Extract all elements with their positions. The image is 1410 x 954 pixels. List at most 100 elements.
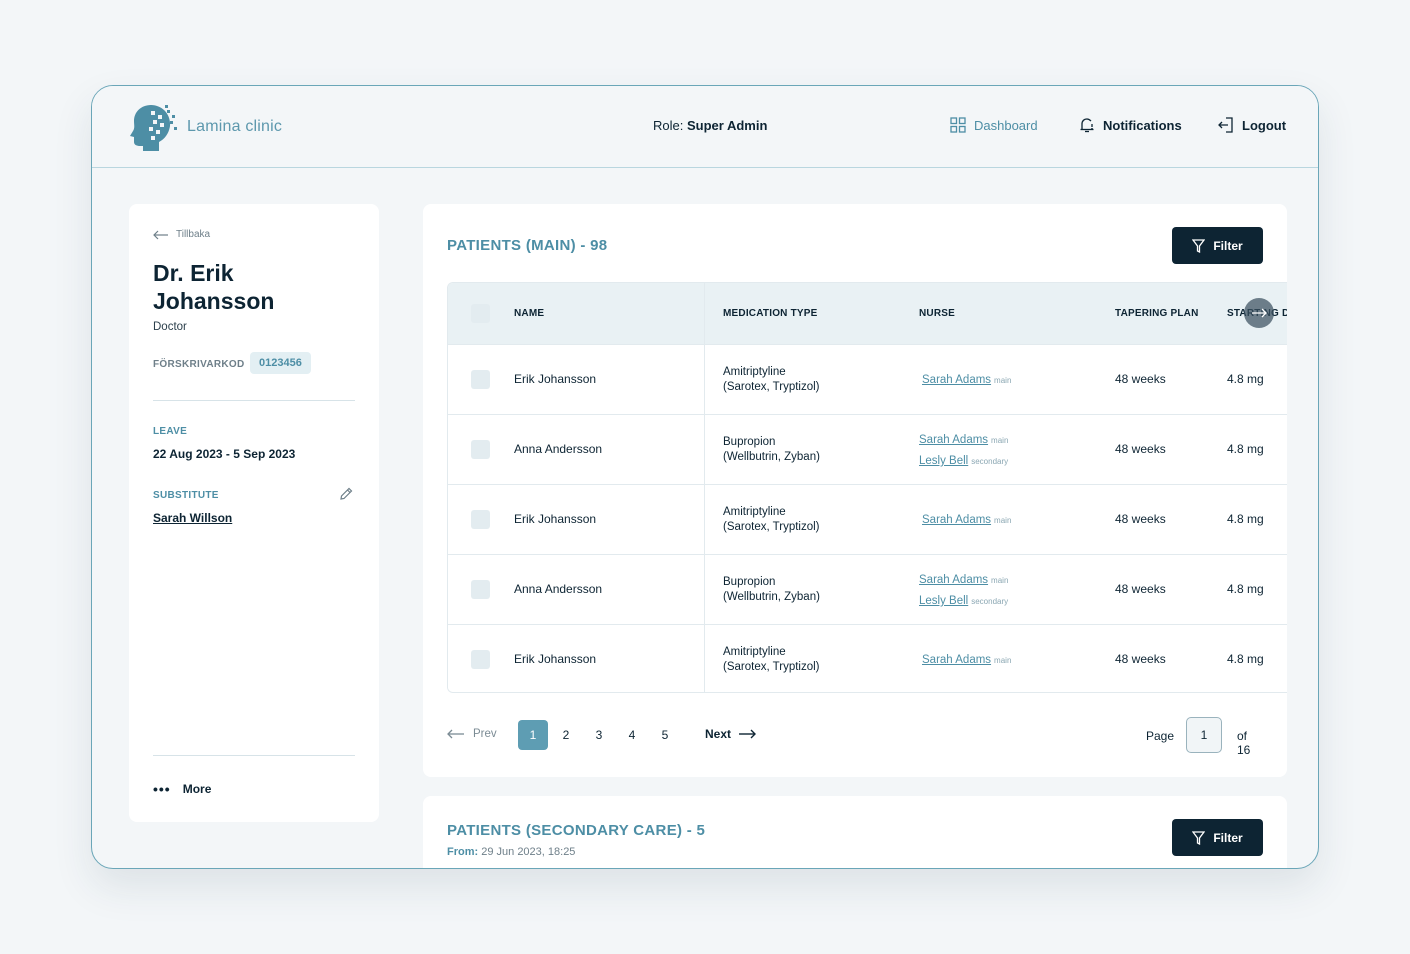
nurse-link[interactable]: Sarah Adams [922,374,991,386]
page-label: Page [1146,729,1175,743]
nurse-link[interactable]: Lesly Bell [919,595,968,607]
column-header-name[interactable]: NAME [514,308,544,319]
nurse-link[interactable]: Lesly Bell [919,455,968,467]
role-label: Role: [653,118,684,133]
medication-type: Bupropion (Wellbutrin, Zyban) [723,575,820,605]
nurse-entry: Sarah Adams main [919,572,1008,586]
nav-notifications[interactable]: Notifications [1079,117,1182,134]
nurse-link[interactable]: Sarah Adams [919,574,988,586]
prev-page-button[interactable]: Prev [447,728,497,740]
row-checkbox[interactable] [471,580,490,599]
next-label: Next [705,727,732,741]
filter-button[interactable]: Filter [1172,819,1263,856]
table-row[interactable]: Erik Johansson Amitriptyline (Sarotex, T… [448,624,1287,692]
top-bar: Lamina clinic Role: Super Admin Dashboar… [92,86,1318,168]
nav-notifications-label: Notifications [1103,118,1182,133]
page-button[interactable]: 3 [584,720,614,750]
more-button[interactable]: ••• More [153,781,211,797]
medication-brands: (Sarotex, Tryptizol) [723,381,820,393]
table-row[interactable]: Erik Johansson Amitriptyline (Sarotex, T… [448,484,1287,554]
medication-type: Bupropion (Wellbutrin, Zyban) [723,435,820,465]
substitute-label: SUBSTITUTE [153,490,219,501]
arrow-right-icon [1252,308,1267,318]
nav-dashboard-label: Dashboard [974,117,1038,133]
row-checkbox[interactable] [471,440,490,459]
page-total: of 16 [1237,729,1251,757]
brand-name: Lamina clinic [187,118,283,135]
nurse-tag: main [994,516,1012,525]
medication-type: Amitriptyline (Sarotex, Tryptizol) [723,505,820,535]
filter-label: Filter [1213,830,1243,845]
scroll-right-button[interactable] [1244,298,1274,328]
leave-value: 22 Aug 2023 - 5 Sep 2023 [153,447,296,461]
nurse-entry: Sarah Adams main [922,512,1011,526]
patient-name: Erik Johansson [514,512,597,526]
more-label: More [182,782,212,796]
back-label: Tillbaka [176,229,211,240]
table-row[interactable]: Erik Johansson Amitriptyline (Sarotex, T… [448,344,1287,414]
page-button[interactable]: 4 [617,720,647,750]
nav-logout[interactable]: Logout [1217,117,1286,133]
secondary-from: From: 29 Jun 2023, 18:25 [447,846,575,858]
patients-table: NAME MEDICATION TYPE NURSE TAPERING PLAN… [447,282,1287,693]
starting-dose: 4.8 mg [1227,372,1264,386]
medication-brands: (Wellbutrin, Zyban) [723,591,820,603]
substitute-link[interactable]: Sarah Willson [153,511,232,525]
page-button[interactable]: 1 [518,720,548,750]
filter-label: Filter [1213,238,1243,253]
prev-label: Prev [473,728,497,740]
arrow-left-icon [153,230,168,239]
doctor-profile-card: Tillbaka Dr. Erik Johansson Doctor FÖRSK… [129,204,379,822]
doctor-name: Dr. Erik Johansson [153,260,275,314]
nurse-link[interactable]: Sarah Adams [919,434,988,446]
medication-name: Bupropion [723,436,776,448]
page-button[interactable]: 5 [650,720,680,750]
lamina-logo-icon[interactable] [129,102,177,152]
nurse-entry: Sarah Adams main [922,372,1011,386]
patient-name: Anna Andersson [514,442,603,456]
nurse-link[interactable]: Sarah Adams [922,654,991,666]
select-all-checkbox[interactable] [471,304,490,323]
nurse-link[interactable]: Sarah Adams [922,514,991,526]
from-label: From: [447,846,479,858]
column-header-tapering-plan[interactable]: TAPERING PLAN [1115,308,1199,319]
table-row[interactable]: Anna Andersson Bupropion (Wellbutrin, Zy… [448,554,1287,624]
medication-brands: (Sarotex, Tryptizol) [723,661,820,673]
nurse-tag: secondary [971,457,1009,466]
column-header-nurse[interactable]: NURSE [919,308,955,319]
more-dots-icon: ••• [153,781,171,797]
column-divider [704,283,705,692]
column-header-medication[interactable]: MEDICATION TYPE [723,308,817,319]
dashboard-icon [950,117,966,133]
nav-logout-label: Logout [1242,117,1287,133]
pencil-icon[interactable] [339,487,353,506]
table-row[interactable]: Anna Andersson Bupropion (Wellbutrin, Zy… [448,414,1287,484]
role-display: Role: Super Admin [653,118,767,133]
app-window: Lamina clinic Role: Super Admin Dashboar… [91,85,1319,869]
patients-main-card: PATIENTS (MAIN) - 98 Filter NAME MEDICAT… [423,204,1287,777]
nurse-tag: secondary [971,597,1009,606]
tapering-plan: 48 weeks [1115,582,1166,596]
nurse-entry: Sarah Adams main [919,432,1008,446]
divider [153,400,355,401]
filter-icon [1192,830,1206,845]
row-checkbox[interactable] [471,650,490,669]
row-checkbox[interactable] [471,370,490,389]
filter-button[interactable]: Filter [1172,227,1263,264]
row-checkbox[interactable] [471,510,490,529]
patients-secondary-card: PATIENTS (SECONDARY CARE) - 5 From: 29 J… [423,796,1287,868]
tapering-plan: 48 weeks [1115,652,1166,666]
nurse-entry: Lesly Bell secondary [919,593,1008,607]
patient-name: Erik Johansson [514,652,597,666]
starting-dose: 4.8 mg [1227,442,1264,456]
nurse-tag: main [991,576,1009,585]
prescriber-code-label: FÖRSKRIVARKOD [153,359,245,370]
nav-dashboard[interactable]: Dashboard [950,117,1038,133]
medication-name: Amitriptyline [723,506,786,518]
doctor-role: Doctor [153,321,187,333]
page-button[interactable]: 2 [551,720,581,750]
nurse-entry: Lesly Bell secondary [919,453,1008,467]
next-page-button[interactable]: Next [705,727,757,741]
page-number-input[interactable]: 1 [1186,717,1222,753]
back-link[interactable]: Tillbaka [153,229,210,240]
